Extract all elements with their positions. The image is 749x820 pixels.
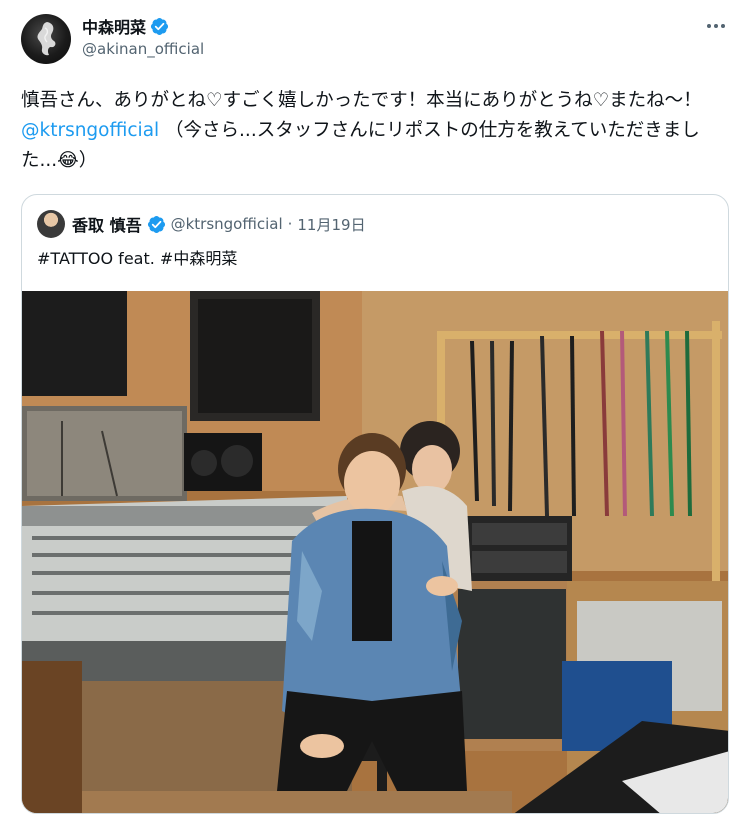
photo-illustration bbox=[22, 291, 728, 813]
post-text: 慎吾さん、ありがとね♡すごく嬉しかったです！本当にありがとうね♡またね〜！ @k… bbox=[21, 86, 731, 176]
post-text-part3: ） bbox=[78, 150, 98, 171]
verified-badge-icon bbox=[150, 17, 169, 35]
quoted-post-date[interactable]: 11月19日 bbox=[297, 214, 365, 235]
meta-separator: · bbox=[287, 215, 293, 233]
author-display-name[interactable]: 中森明菜 bbox=[82, 14, 146, 38]
author-avatar[interactable] bbox=[21, 14, 71, 64]
more-dot bbox=[714, 24, 718, 28]
post: 中森明菜 @akinan_official 慎吾さん、ありがとね♡すごく嬉しかっ… bbox=[0, 0, 749, 820]
quoted-post-text: #TATTOO feat. #中森明菜 bbox=[37, 249, 238, 268]
mention-link[interactable]: @ktrsngofficial bbox=[21, 120, 159, 141]
quoted-author-name[interactable]: 香取 慎吾 bbox=[72, 212, 142, 236]
emoji-laughing-icon: 😂 bbox=[57, 150, 79, 171]
quoted-author-handle[interactable]: @ktrsngofficial bbox=[171, 215, 283, 233]
post-text-part1: 慎吾さん、ありがとね♡すごく嬉しかったです！本当にありがとうね♡またね〜！ bbox=[21, 90, 702, 111]
quoted-author-avatar[interactable] bbox=[37, 210, 65, 238]
author-name-row: 中森明菜 bbox=[82, 14, 169, 38]
author-handle[interactable]: @akinan_official bbox=[82, 40, 204, 58]
recording-studio-photo[interactable] bbox=[22, 291, 728, 813]
quoted-post-header: 香取 慎吾 @ktrsngofficial · 11月19日 bbox=[72, 212, 366, 236]
verified-badge-icon bbox=[147, 215, 165, 233]
more-horizontal-icon[interactable] bbox=[705, 16, 727, 36]
quoted-post-card[interactable]: 香取 慎吾 @ktrsngofficial · 11月19日 #TATTOO f… bbox=[21, 194, 729, 814]
more-dot bbox=[707, 24, 711, 28]
more-dot bbox=[721, 24, 725, 28]
